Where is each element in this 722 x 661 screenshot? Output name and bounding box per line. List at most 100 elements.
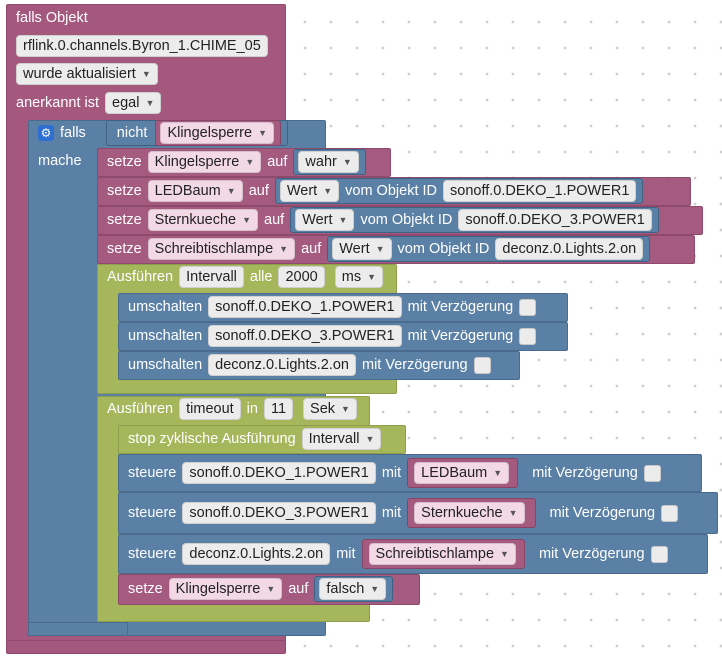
interval-header-row: Ausführen Intervall alle 2000 ms ▼ (97, 264, 383, 290)
object-id-field[interactable]: sonoff.0.DEKO_1.POWER1 (182, 462, 376, 484)
not-block[interactable]: nicht Klingelsperre ▼ (105, 120, 288, 146)
control-variable-dropdown[interactable]: LEDBaum ▼ (414, 462, 510, 484)
set-row-4: setze Schreibtischlampe ▼ auf Wert ▼ vom O… (97, 236, 651, 262)
value-type-value: Wert (302, 212, 333, 228)
from-object-label: vom Objekt ID (345, 183, 437, 199)
bool-value-dropdown[interactable]: wahr ▼ (298, 151, 359, 173)
from-object-label: vom Objekt ID (397, 241, 490, 257)
control-label: steuere (128, 546, 177, 562)
delay-label: mit Verzögerung (538, 546, 645, 562)
delay-label: mit Verzögerung (407, 328, 514, 344)
get-value-block[interactable]: Wert ▼ vom Objekt ID sonoff.0.DEKO_1.POWE… (274, 178, 644, 204)
delay-checkbox[interactable] (473, 356, 491, 374)
chevron-down-icon: ▼ (245, 157, 255, 167)
condition-variable-value: Klingelsperre (167, 125, 253, 141)
interval-name-field[interactable]: Intervall (179, 266, 244, 288)
set-label: setze (128, 581, 163, 597)
toggle-label: umschalten (128, 357, 203, 373)
control-variable-block[interactable]: LEDBaum ▼ (407, 458, 519, 488)
chevron-down-icon: ▼ (367, 272, 376, 282)
interval-unit-dropdown[interactable]: ms ▼ (334, 266, 383, 288)
condition-variable-block[interactable]: Klingelsperre ▼ (155, 120, 281, 146)
toggle-label: umschalten (128, 299, 203, 315)
delay-checkbox[interactable] (643, 464, 661, 482)
set-variable-dropdown[interactable]: Klingelsperre ▼ (147, 151, 262, 173)
chevron-down-icon: ▼ (323, 186, 333, 196)
delay-label: mit Verzögerung (532, 465, 638, 481)
set-variable-dropdown[interactable]: LEDBaum ▼ (147, 180, 243, 202)
timeout-unit-dropdown[interactable]: Sek ▼ (303, 398, 357, 420)
set-row-2: setze LEDBaum ▼ auf Wert ▼ vom Objekt ID s… (97, 178, 644, 204)
to-label: auf (267, 154, 288, 170)
gear-icon[interactable]: ⚙ (38, 125, 54, 141)
object-id-field[interactable]: sonoff.0.DEKO_1.POWER1 (443, 180, 637, 202)
stop-target-dropdown[interactable]: Intervall ▼ (301, 428, 382, 450)
set-variable-dropdown[interactable]: Klingelsperre ▼ (168, 578, 283, 600)
trigger-ack-row: anerkannt ist egal ▼ (6, 90, 162, 116)
not-label: nicht (116, 125, 148, 141)
get-value-block[interactable]: Wert ▼ vom Objekt ID sonoff.0.DEKO_3.POWE… (290, 207, 659, 233)
delay-checkbox[interactable] (519, 327, 537, 345)
object-id-field[interactable]: sonoff.0.DEKO_3.POWER1 (458, 209, 652, 231)
ack-dropdown[interactable]: egal ▼ (105, 92, 162, 114)
object-id-field[interactable]: sonoff.0.DEKO_1.POWER1 (208, 296, 402, 318)
if-row: ⚙ falls nicht Klingelsperre ▼ (28, 120, 288, 146)
bool-value-block[interactable]: wahr ▼ (293, 149, 366, 175)
timeout-name-field[interactable]: timeout (179, 398, 241, 420)
chevron-down-icon: ▼ (338, 215, 348, 225)
to-label: auf (301, 241, 322, 257)
set-variable-dropdown[interactable]: Schreibtischlampe ▼ (147, 238, 296, 260)
if-object-label: falls Objekt (16, 10, 88, 26)
stop-target-value: Intervall (308, 431, 360, 447)
set-label: setze (107, 154, 142, 170)
if-label: falls (60, 125, 86, 141)
exec-label: Ausführen (107, 401, 174, 417)
object-id-field[interactable]: deconz.0.Lights.2.on (495, 238, 644, 260)
final-set-row: setze Klingelsperre ▼ auf falsch ▼ (118, 576, 394, 602)
in-label: in (246, 401, 258, 417)
chevron-down-icon: ▼ (493, 468, 503, 478)
trigger-bottom-bar (6, 640, 286, 654)
chevron-down-icon: ▼ (365, 434, 375, 444)
update-mode-dropdown[interactable]: wurde aktualisiert ▼ (16, 63, 158, 85)
chevron-down-icon: ▼ (258, 128, 267, 138)
set-variable-value: Sternkueche (154, 212, 237, 228)
bool-value-dropdown[interactable]: falsch ▼ (319, 578, 387, 600)
get-value-block[interactable]: Wert ▼ vom Objekt ID deconz.0.Lights.2.on (327, 236, 651, 262)
interval-amount-field[interactable]: 2000 (278, 266, 325, 288)
do-row: mache (28, 148, 82, 174)
with-label: mit (381, 505, 402, 521)
bool-value-block[interactable]: falsch ▼ (314, 576, 394, 602)
chevron-down-icon: ▼ (375, 244, 385, 254)
control-label: steuere (128, 505, 177, 521)
delay-checkbox[interactable] (519, 298, 537, 316)
value-type-value: Wert (286, 183, 318, 199)
chevron-down-icon: ▼ (242, 215, 252, 225)
toggle-row-2: umschalten sonoff.0.DEKO_3.POWER1 mit Ve… (118, 323, 537, 349)
control-row-1: steuere sonoff.0.DEKO_1.POWER1 mit LEDBa… (118, 458, 661, 488)
set-variable-dropdown[interactable]: Sternkueche ▼ (147, 209, 259, 231)
object-id-field[interactable]: sonoff.0.DEKO_3.POWER1 (182, 502, 376, 524)
object-id-field[interactable]: deconz.0.Lights.2.on (182, 543, 331, 565)
do-label: mache (38, 153, 82, 169)
condition-variable-dropdown[interactable]: Klingelsperre ▼ (160, 122, 274, 144)
control-variable-dropdown[interactable]: Schreibtischlampe ▼ (368, 543, 516, 565)
timeout-amount-field[interactable]: 11 (263, 398, 294, 420)
delay-checkbox[interactable] (650, 545, 668, 563)
object-id-field[interactable]: deconz.0.Lights.2.on (208, 354, 356, 376)
set-row-1: setze Klingelsperre ▼ auf wahr ▼ (97, 149, 366, 175)
control-variable-dropdown[interactable]: Sternkueche ▼ (414, 502, 525, 524)
with-label: mit (381, 465, 402, 481)
control-variable-block[interactable]: Schreibtischlampe ▼ (361, 539, 525, 569)
value-type-dropdown[interactable]: Wert ▼ (332, 238, 392, 260)
set-label: setze (107, 183, 142, 199)
delay-checkbox[interactable] (661, 504, 679, 522)
control-variable-block[interactable]: Sternkueche ▼ (407, 498, 536, 528)
value-type-dropdown[interactable]: Wert ▼ (295, 209, 355, 231)
object-id-field[interactable]: sonoff.0.DEKO_3.POWER1 (208, 325, 402, 347)
to-label: auf (248, 183, 269, 199)
chevron-down-icon: ▼ (341, 404, 350, 414)
timeout-header-row: Ausführen timeout in 11 Sek ▼ (97, 396, 357, 422)
object-id-field[interactable]: rflink.0.channels.Byron_1.CHIME_05 (16, 35, 268, 57)
value-type-dropdown[interactable]: Wert ▼ (279, 180, 340, 202)
